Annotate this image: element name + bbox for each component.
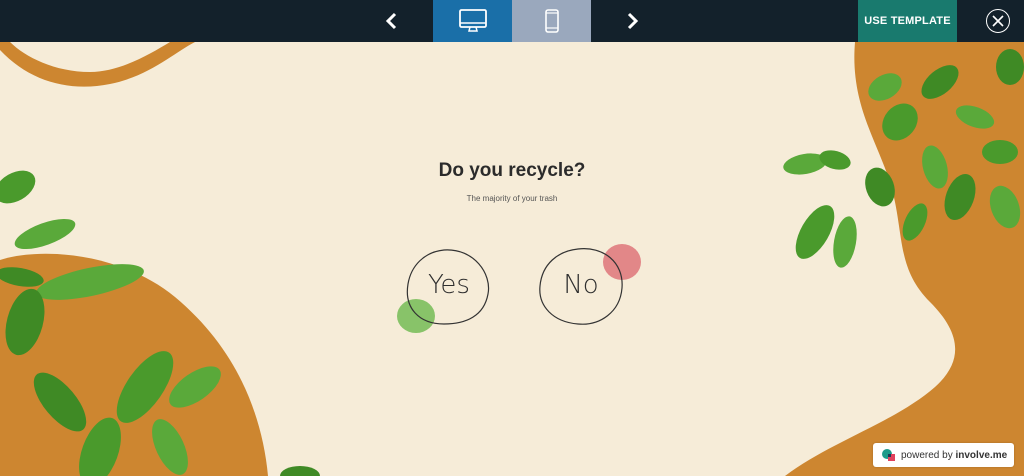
top-left-swirl bbox=[0, 42, 195, 87]
mobile-view-button[interactable] bbox=[512, 0, 591, 42]
desktop-view-button[interactable] bbox=[433, 0, 512, 42]
answer-no-label: No bbox=[563, 270, 599, 300]
close-button[interactable] bbox=[986, 9, 1010, 33]
answer-yes-button[interactable]: Yes bbox=[397, 246, 492, 333]
survey-canvas: Do you recycle? The majority of your tra… bbox=[0, 42, 1024, 476]
powered-by-badge[interactable]: powered by involve.me bbox=[873, 443, 1014, 467]
answer-no-button[interactable]: No bbox=[538, 244, 641, 325]
mobile-icon bbox=[544, 9, 559, 33]
question-title: Do you recycle? bbox=[438, 160, 586, 181]
involve-logo-icon bbox=[882, 449, 895, 461]
prev-button[interactable] bbox=[372, 0, 412, 42]
desktop-icon bbox=[458, 9, 487, 32]
powered-by-text: powered by involve.me bbox=[901, 449, 1008, 461]
next-button[interactable] bbox=[612, 0, 652, 42]
close-icon bbox=[992, 15, 1004, 27]
brand-name: involve.me bbox=[955, 449, 1008, 461]
use-template-button[interactable]: USE TEMPLATE bbox=[858, 0, 957, 42]
preview-toolbar: USE TEMPLATE bbox=[0, 0, 1024, 42]
question-subtitle: The majority of your trash bbox=[466, 194, 558, 203]
chevron-right-icon bbox=[627, 12, 639, 30]
chevron-left-icon bbox=[385, 12, 397, 30]
answer-yes-label: Yes bbox=[428, 270, 470, 300]
background-decoration bbox=[0, 42, 1024, 476]
